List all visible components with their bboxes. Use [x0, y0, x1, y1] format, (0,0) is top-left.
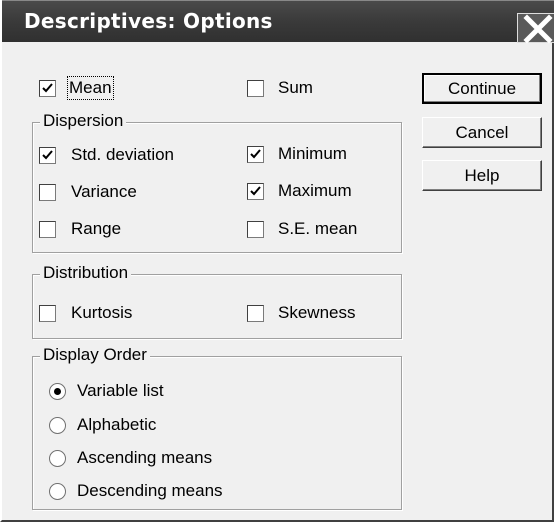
close-button[interactable] [517, 13, 554, 44]
alphabetic-radio[interactable] [49, 417, 66, 434]
std-deviation-checkbox[interactable] [39, 147, 56, 164]
variable-list-radio[interactable] [49, 383, 66, 400]
mean-label: Mean [67, 76, 114, 100]
range-checkbox[interactable] [39, 221, 56, 238]
variance-label: Variance [71, 182, 137, 201]
minimum-checkbox[interactable] [247, 146, 264, 163]
display-order-title: Display Order [40, 345, 150, 365]
se-mean-checkbox[interactable] [247, 221, 264, 238]
kurtosis-label: Kurtosis [71, 303, 133, 322]
se-mean-label: S.E. mean [278, 219, 358, 238]
alphabetic-label: Alphabetic [77, 415, 157, 434]
variable-list-label: Variable list [77, 381, 164, 400]
std-deviation-label: Std. deviation [71, 145, 175, 164]
close-icon [523, 14, 553, 44]
skewness-checkbox[interactable] [247, 305, 264, 322]
maximum-label: Maximum [278, 181, 352, 200]
variance-checkbox[interactable] [39, 184, 56, 201]
descending-means-radio[interactable] [49, 483, 66, 500]
ascending-means-label: Ascending means [77, 448, 213, 467]
checkmark-icon [250, 149, 261, 159]
mean-checkbox[interactable] [39, 80, 56, 97]
title-bar: Descriptives: Options [2, 0, 554, 44]
radio-selected-dot [54, 388, 61, 395]
distribution-title: Distribution [40, 263, 132, 283]
dialog-title: Descriptives: Options [24, 9, 273, 33]
kurtosis-checkbox[interactable] [39, 305, 56, 322]
sum-label: Sum [278, 78, 313, 97]
checkmark-icon [42, 150, 53, 160]
minimum-label: Minimum [278, 144, 347, 163]
help-button[interactable]: Help [422, 160, 542, 191]
checkmark-icon [42, 83, 53, 93]
cancel-button[interactable]: Cancel [422, 117, 542, 148]
dispersion-title: Dispersion [40, 111, 127, 131]
descriptives-options-dialog: Descriptives: Options Mean Sum Dispersio… [0, 0, 554, 522]
maximum-checkbox[interactable] [247, 183, 264, 200]
checkmark-icon [250, 186, 261, 196]
skewness-label: Skewness [278, 303, 356, 322]
ascending-means-radio[interactable] [49, 450, 66, 467]
descending-means-label: Descending means [77, 481, 223, 500]
sum-checkbox[interactable] [247, 80, 264, 97]
continue-button[interactable]: Continue [422, 73, 542, 104]
range-label: Range [71, 219, 122, 238]
